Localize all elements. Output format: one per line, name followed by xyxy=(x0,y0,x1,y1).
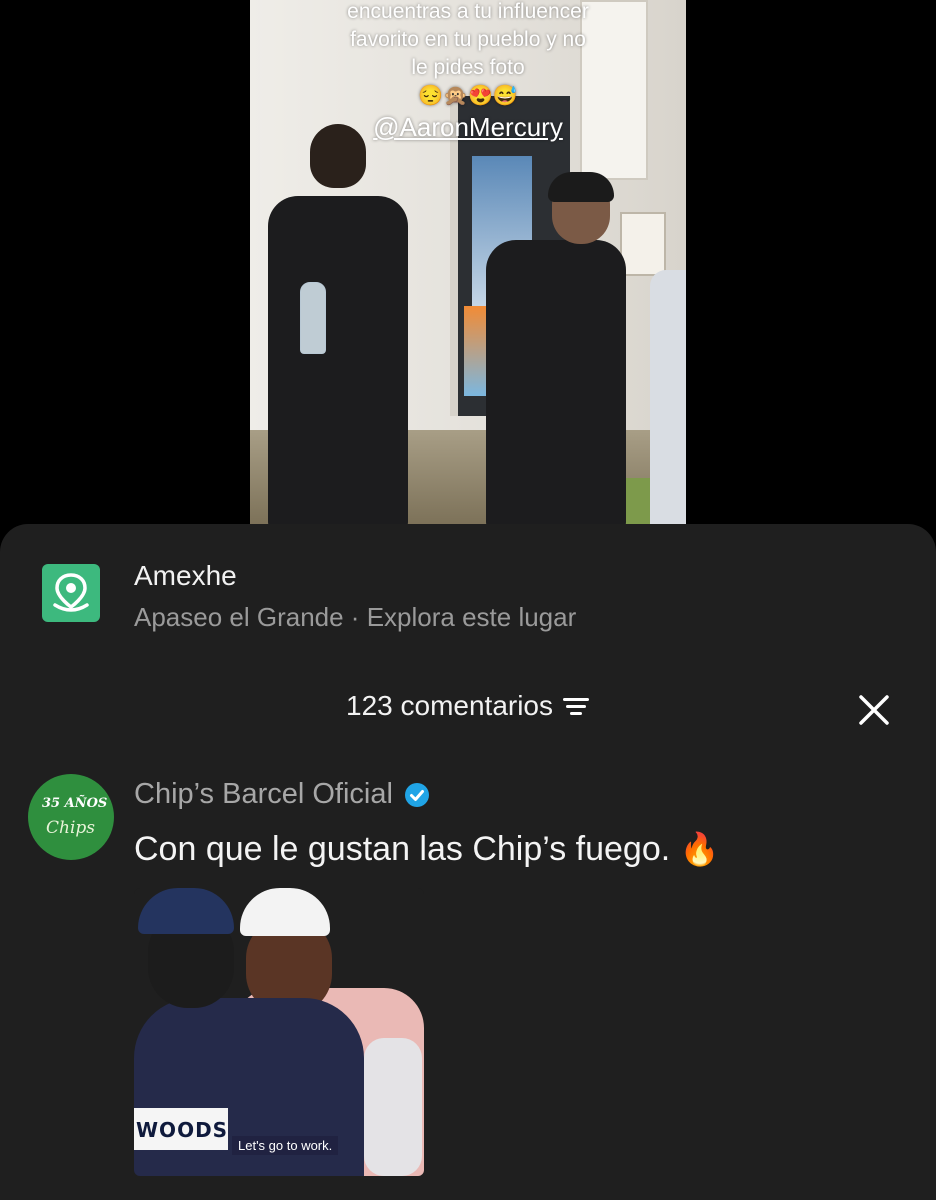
close-icon[interactable] xyxy=(856,692,892,728)
verified-badge-icon xyxy=(403,781,431,809)
fire-emoji: 🔥 xyxy=(679,831,720,867)
overlay-line: encuentras a tu influencer xyxy=(347,0,589,23)
comments-count: 123 comentarios xyxy=(346,690,554,721)
location-row[interactable]: Amexhe Apaseo el Grande · Explora este l… xyxy=(0,554,936,644)
location-title: Amexhe xyxy=(134,560,237,591)
gif-bib-text: WOODS xyxy=(134,1108,228,1150)
comment-gif[interactable]: WOODS Let's go to work. xyxy=(134,888,424,1176)
location-subtitle: Apaseo el Grande · Explora este lugar xyxy=(134,602,577,632)
avatar-text: 35 AÑOS xyxy=(42,796,108,811)
video-person-right-hair xyxy=(548,172,614,202)
video-person-right xyxy=(486,240,626,530)
overlay-emoji: 😔🙊😍😅 xyxy=(418,85,518,107)
video-player[interactable]: encuentras a tu influencer favorito en t… xyxy=(0,0,936,530)
comment-body: Con que le gustan las Chip’s fuego. xyxy=(134,830,671,868)
overlay-line: le pides foto xyxy=(411,56,525,79)
comment-author[interactable]: Chip’s Barcel Oficial xyxy=(134,778,393,811)
comments-sheet: Amexhe Apaseo el Grande · Explora este l… xyxy=(0,524,936,1200)
map-pin-icon xyxy=(42,564,100,622)
video-caption-overlay: encuentras a tu influencer favorito en t… xyxy=(250,0,686,144)
video-frame[interactable]: encuentras a tu influencer favorito en t… xyxy=(250,0,686,530)
video-person-edge xyxy=(650,270,686,530)
overlay-mention-link[interactable]: @AaronMercury xyxy=(250,110,686,144)
avatar-brand: Chips xyxy=(46,818,95,838)
overlay-line: favorito en tu pueblo y no xyxy=(350,28,586,51)
avatar[interactable]: 35 AÑOS Chips xyxy=(28,774,114,860)
filter-icon xyxy=(561,693,591,719)
video-water-bottle xyxy=(300,282,326,354)
comments-sort-button[interactable]: 123 comentarios xyxy=(346,690,591,722)
comment-text: Con que le gustan las Chip’s fuego. 🔥 xyxy=(134,830,719,869)
gif-navy-cap xyxy=(138,888,234,934)
gif-arm-sleeve xyxy=(364,1038,422,1176)
video-person-left xyxy=(268,196,408,530)
comments-header: 123 comentarios xyxy=(0,684,936,734)
comment-author-row: Chip’s Barcel Oficial xyxy=(134,778,431,811)
gif-white-cap xyxy=(240,888,330,936)
video-small-sign xyxy=(620,212,666,276)
gif-caption: Let's go to work. xyxy=(232,1136,339,1155)
